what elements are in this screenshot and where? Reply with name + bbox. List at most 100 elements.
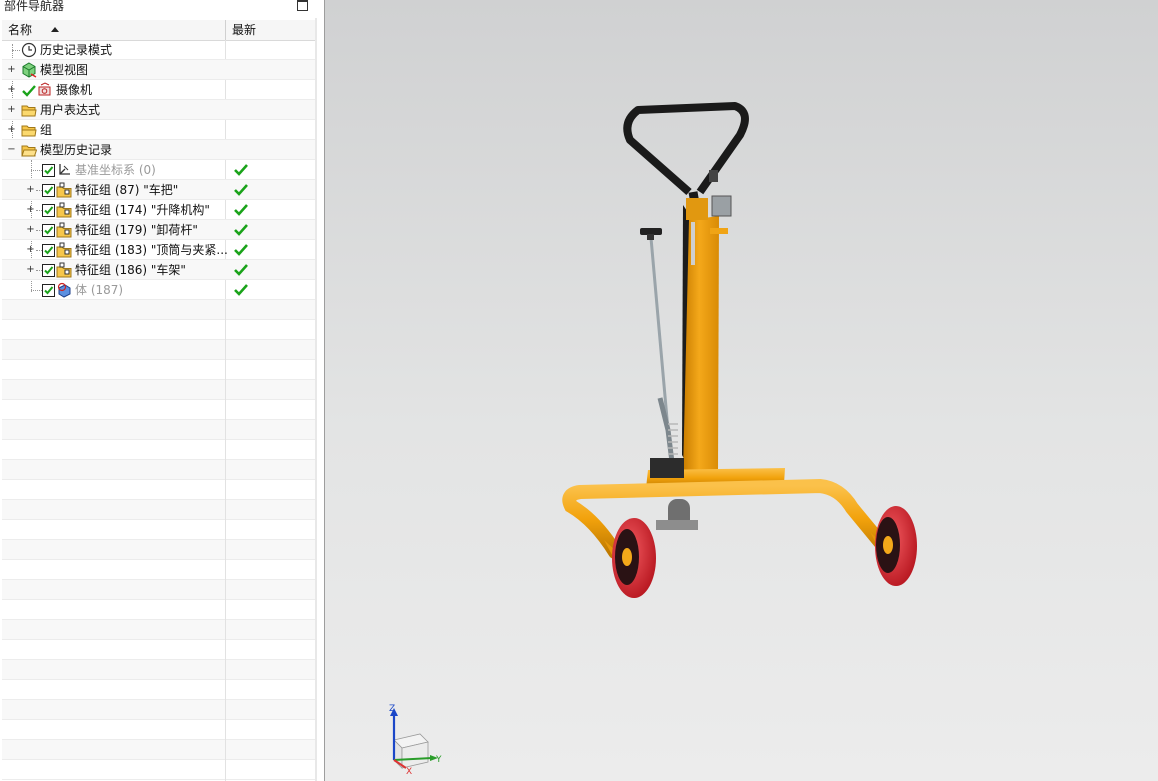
column-latest-header[interactable]: 最新 — [232, 20, 316, 40]
empty-row — [2, 560, 315, 580]
tree-row-feature-group-release[interactable]: + 特征组 (179) "卸荷杆" — [2, 220, 315, 240]
z-axis-label: Z — [389, 704, 395, 714]
clock-icon — [21, 42, 37, 58]
tree-row-feature-group-frame[interactable]: + 特征组 (186) "车架" — [2, 260, 315, 280]
empty-row — [2, 460, 315, 480]
empty-row — [2, 760, 315, 780]
empty-row — [2, 600, 315, 620]
expand-icon[interactable]: + — [26, 245, 35, 255]
empty-row — [2, 580, 315, 600]
empty-row — [2, 420, 315, 440]
tree-row-feature-group-clamp[interactable]: + 特征组 (183) "顶筒与夹紧... — [2, 240, 315, 260]
empty-row — [2, 640, 315, 660]
empty-row — [2, 700, 315, 720]
navigator-scrollbar[interactable] — [315, 18, 317, 781]
empty-row — [2, 480, 315, 500]
feature-group-icon — [56, 182, 72, 198]
pallet-truck-model[interactable] — [325, 0, 1158, 781]
empty-row — [2, 540, 315, 560]
tree-row-body[interactable]: 体 (187) — [2, 280, 315, 300]
tree-label: 特征组 (87) "车把" — [75, 183, 179, 197]
tree-label: 历史记录模式 — [40, 43, 113, 57]
latest-check-icon — [234, 264, 248, 276]
check-icon — [22, 85, 36, 97]
visibility-checkbox[interactable] — [42, 204, 55, 217]
latest-check-icon — [234, 244, 248, 256]
right-wheel — [875, 506, 917, 586]
tree-row-cameras[interactable]: + 摄像机 — [2, 80, 315, 100]
collapse-icon[interactable]: − — [7, 145, 16, 155]
column-name-header[interactable]: 名称 — [8, 20, 226, 40]
tree-guide — [31, 290, 42, 291]
visibility-checkbox[interactable] — [42, 184, 55, 197]
empty-row — [2, 340, 315, 360]
navigator-title: 部件导航器 — [4, 0, 65, 13]
expand-icon[interactable]: + — [7, 105, 16, 115]
empty-row — [2, 400, 315, 420]
datum-csys-icon — [59, 164, 70, 175]
maximize-icon[interactable] — [297, 0, 308, 11]
tree-row-datum-csys[interactable]: 基准坐标系 (0) — [2, 160, 315, 180]
column-latest-label: 最新 — [232, 23, 257, 37]
body-icon — [57, 282, 71, 298]
empty-row — [2, 440, 315, 460]
empty-row — [2, 320, 315, 340]
feature-group-icon — [56, 222, 72, 238]
tree-row-feature-group-handle[interactable]: + 特征组 (87) "车把" — [2, 180, 315, 200]
folder-icon — [21, 125, 37, 137]
empty-row — [2, 360, 315, 380]
tree-label: 用户表达式 — [40, 103, 101, 117]
feature-group-icon — [56, 262, 72, 278]
latest-check-icon — [234, 284, 248, 296]
tree-row-groups[interactable]: + 组 — [2, 120, 315, 140]
tree-label: 模型历史记录 — [40, 143, 113, 157]
folder-icon — [21, 105, 37, 117]
column-separator[interactable] — [225, 20, 226, 40]
expand-icon[interactable]: + — [7, 85, 16, 95]
expand-icon[interactable]: + — [26, 265, 35, 275]
tree-row-feature-group-lift[interactable]: + 特征组 (174) "升降机构" — [2, 200, 315, 220]
latest-check-icon — [234, 204, 248, 216]
tree-row-history-mode[interactable]: 历史记录模式 — [2, 40, 315, 60]
tree-row-model-history[interactable]: − 模型历史记录 — [2, 140, 315, 160]
visibility-checkbox[interactable] — [42, 284, 55, 297]
part-navigator: 部件导航器 名称 最新 历史记录模式 + 模型视图 + 摄像机 + 用户表达式 … — [0, 0, 317, 781]
tree-label: 特征组 (174) "升降机构" — [75, 203, 210, 217]
tree-label: 特征组 (179) "卸荷杆" — [75, 223, 198, 237]
view-triad[interactable]: Z Y X — [380, 700, 450, 780]
tree-guide — [31, 170, 42, 171]
empty-row — [2, 660, 315, 680]
sort-ascending-icon[interactable] — [51, 27, 59, 32]
lifting-column — [683, 195, 732, 475]
x-axis-label: X — [406, 767, 412, 777]
empty-row — [2, 740, 315, 760]
tree-label: 体 (187) — [75, 283, 124, 297]
visibility-checkbox[interactable] — [42, 244, 55, 257]
tree-label: 特征组 (183) "顶筒与夹紧... — [75, 243, 228, 257]
expand-icon[interactable]: + — [26, 205, 35, 215]
tree-label: 模型视图 — [40, 63, 89, 77]
expand-icon[interactable]: + — [26, 225, 35, 235]
tree-label: 组 — [40, 123, 53, 137]
visibility-checkbox[interactable] — [42, 224, 55, 237]
feature-group-icon — [56, 242, 72, 258]
tree-row-model-views[interactable]: + 模型视图 — [2, 60, 315, 80]
expand-icon[interactable]: + — [26, 185, 35, 195]
visibility-checkbox[interactable] — [42, 264, 55, 277]
feature-group-icon — [56, 202, 72, 218]
column-header: 名称 最新 — [2, 20, 315, 41]
empty-row — [2, 520, 315, 540]
tree-row-user-expressions[interactable]: + 用户表达式 — [2, 100, 315, 120]
empty-row — [2, 380, 315, 400]
empty-row — [2, 300, 315, 320]
expand-icon[interactable]: + — [7, 125, 16, 135]
latest-check-icon — [234, 164, 248, 176]
left-wheel — [612, 518, 656, 598]
expand-icon[interactable]: + — [7, 65, 16, 75]
graphics-viewport[interactable]: Z Y X — [325, 0, 1158, 781]
model-views-icon — [22, 62, 37, 78]
visibility-checkbox[interactable] — [42, 164, 55, 177]
empty-row — [2, 620, 315, 640]
tree-label: 特征组 (186) "车架" — [75, 263, 186, 277]
folder-open-icon — [21, 145, 37, 157]
